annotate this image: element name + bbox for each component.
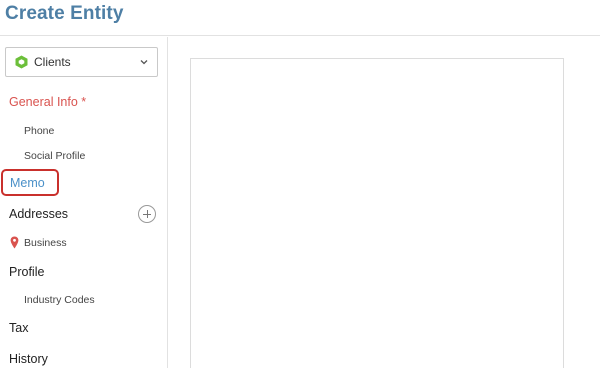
sidebar-item-profile[interactable]: Profile <box>9 265 44 279</box>
sidebar-item-business[interactable]: Business <box>24 237 67 249</box>
sidebar-item-social-profile[interactable]: Social Profile <box>24 150 85 162</box>
sidebar-item-tax[interactable]: Tax <box>9 321 28 335</box>
memo-editor-panel[interactable] <box>190 58 564 368</box>
sidebar-item-industry-codes[interactable]: Industry Codes <box>24 294 95 306</box>
sidebar-item-phone[interactable]: Phone <box>24 125 54 137</box>
sidebar-item-addresses[interactable]: Addresses <box>9 207 68 221</box>
sidebar-item-memo[interactable]: Memo <box>1 169 59 196</box>
sidebar-item-general-info[interactable]: General Info * <box>9 95 86 109</box>
add-address-button[interactable] <box>138 205 156 223</box>
general-info-label: General Info <box>9 95 78 109</box>
map-pin-icon <box>10 236 19 249</box>
hexagon-icon <box>15 55 28 69</box>
create-entity-page: Create Entity Clients General Info * Pho… <box>0 0 600 368</box>
sidebar-item-history[interactable]: History <box>9 352 48 366</box>
page-title: Create Entity <box>5 3 124 24</box>
header: Create Entity <box>0 0 600 36</box>
sidebar: Clients General Info * Phone Social Prof… <box>0 37 168 368</box>
required-marker: * <box>81 95 87 109</box>
chevron-down-icon <box>140 60 148 65</box>
entity-type-label: Clients <box>34 55 71 69</box>
entity-type-select[interactable]: Clients <box>5 47 158 77</box>
memo-label: Memo <box>10 175 45 190</box>
